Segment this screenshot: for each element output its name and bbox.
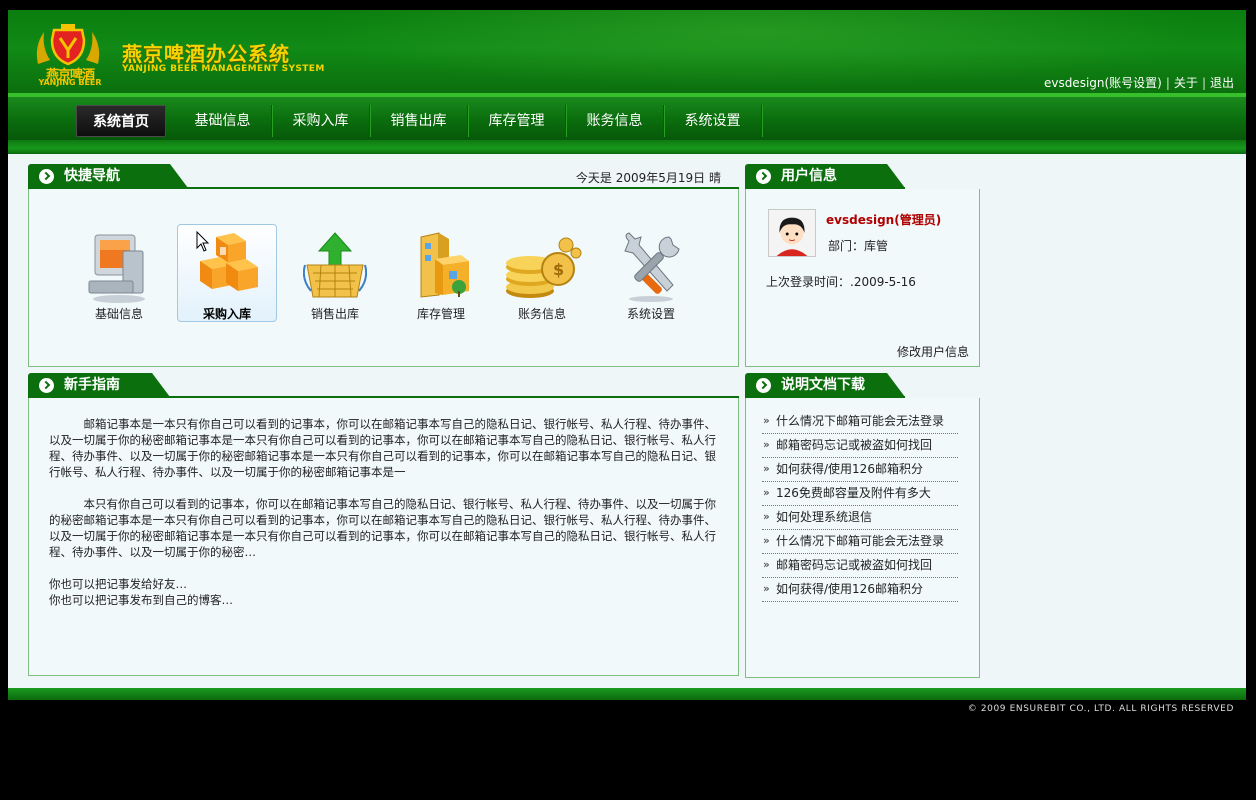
docs-title: 说明文档下载 bbox=[745, 373, 905, 397]
system-title: 燕京啤酒办公系统 bbox=[122, 42, 290, 66]
nav-tab-basic-info[interactable]: 基础信息 bbox=[174, 105, 272, 137]
top-links: evsdesign(账号设置) | 关于 | 退出 bbox=[1044, 74, 1234, 91]
arrow-right-icon bbox=[756, 169, 771, 184]
user-name: evsdesign(管理员) bbox=[826, 213, 942, 227]
guide-title-text: 新手指南 bbox=[64, 377, 120, 393]
quick-nav-label: 账务信息 bbox=[517, 307, 566, 321]
edit-user-info-link[interactable]: 修改用户信息 bbox=[897, 343, 969, 360]
nav-tab-purchase[interactable]: 采购入库 bbox=[272, 105, 370, 137]
arrow-right-icon bbox=[756, 378, 771, 393]
doc-link[interactable]: 如何获得/使用126邮箱积分 bbox=[762, 578, 958, 602]
today-date: 今天是 2009年5月19日 晴 bbox=[575, 171, 721, 185]
user-info-body: evsdesign(管理员) 部门：库管 上次登录时间：.2009-5-16 修… bbox=[745, 189, 980, 367]
doc-link[interactable]: 什么情况下邮箱可能会无法登录 bbox=[762, 410, 958, 434]
quick-nav-purchase[interactable]: 采购入库 bbox=[177, 224, 277, 322]
quick-nav-title-text: 快捷导航 bbox=[64, 168, 120, 184]
copyright-text: © 2009 ENSUREBIT CO., LTD. ALL RIGHTS RE… bbox=[967, 704, 1234, 714]
logo-text-en: YANJING BEER bbox=[38, 78, 102, 87]
last-login-time: 上次登录时间：.2009-5-16 bbox=[766, 275, 916, 289]
computer-icon bbox=[88, 234, 145, 303]
quick-nav-label: 库存管理 bbox=[416, 307, 465, 321]
nav-tab-settings[interactable]: 系统设置 bbox=[664, 105, 762, 137]
guide-panel: 新手指南 邮箱记事本是一本只有你自己可以看到的记事本，你可以在邮箱记事本写自己的… bbox=[28, 373, 739, 676]
link-separator: | bbox=[1165, 76, 1170, 90]
doc-link[interactable]: 邮箱密码忘记或被盗如何找回 bbox=[762, 554, 958, 578]
user-department: 部门：库管 bbox=[828, 239, 889, 253]
footer-bar bbox=[8, 688, 1246, 700]
arrow-right-icon bbox=[39, 169, 54, 184]
quick-nav-label: 系统设置 bbox=[626, 307, 675, 321]
basket-upload-icon bbox=[303, 232, 367, 298]
doc-link[interactable]: 什么情况下邮箱可能会无法登录 bbox=[762, 530, 958, 554]
user-info-panel: 用户信息 evsdesign(管理员) 部门：库管 上次登录时间：.2009-5… bbox=[745, 164, 980, 367]
warehouse-icon bbox=[420, 232, 469, 298]
doc-link[interactable]: 如何处理系统退信 bbox=[762, 506, 958, 530]
svg-text:$: $ bbox=[553, 260, 564, 279]
guide-paragraph: 本只有你自己可以看到的记事本，你可以在邮箱记事本写自己的隐私日记、银行帐号、私人… bbox=[49, 497, 716, 559]
docs-title-text: 说明文档下载 bbox=[781, 377, 865, 393]
nav-tab-accounts[interactable]: 账务信息 bbox=[566, 105, 664, 137]
docs-body: 什么情况下邮箱可能会无法登录 邮箱密码忘记或被盗如何找回 如何获得/使用126邮… bbox=[745, 398, 980, 678]
arrow-right-icon bbox=[39, 378, 54, 393]
nav-tab-home[interactable]: 系统首页 bbox=[76, 105, 166, 137]
docs-panel: 说明文档下载 什么情况下邮箱可能会无法登录 邮箱密码忘记或被盗如何找回 如何获得… bbox=[745, 373, 980, 678]
quick-nav-sales[interactable]: 销售出库 bbox=[285, 225, 385, 323]
nav-tab-sales[interactable]: 销售出库 bbox=[370, 105, 468, 137]
guide-body: 邮箱记事本是一本只有你自己可以看到的记事本，你可以在邮箱记事本写自己的隐私日记、… bbox=[28, 398, 739, 676]
doc-list: 什么情况下邮箱可能会无法登录 邮箱密码忘记或被盗如何找回 如何获得/使用126邮… bbox=[762, 410, 958, 602]
guide-paragraph: 邮箱记事本是一本只有你自己可以看到的记事本，你可以在邮箱记事本写自己的隐私日记、… bbox=[49, 417, 716, 479]
guide-paragraph: 你也可以把记事发给好友… bbox=[49, 577, 187, 591]
quick-nav-body: 基础信息 采购入库 销售出库 库存管理 $ 账务信息 系统设置 bbox=[28, 189, 739, 367]
quick-nav-inventory[interactable]: 库存管理 bbox=[391, 225, 491, 323]
doc-link[interactable]: 126免费邮容量及附件有多大 bbox=[762, 482, 958, 506]
guide-title: 新手指南 bbox=[28, 373, 170, 397]
guide-paragraph: 你也可以把记事发布到自己的博客… bbox=[49, 593, 233, 607]
nav-bottom-strip bbox=[8, 140, 1246, 154]
quick-nav-accounts[interactable]: $ 账务信息 bbox=[492, 225, 592, 323]
user-info-title-text: 用户信息 bbox=[781, 168, 837, 184]
quick-nav-settings[interactable]: 系统设置 bbox=[601, 225, 701, 323]
system-subtitle: YANJING BEER MANAGEMENT SYSTEM bbox=[122, 64, 325, 74]
coins-icon: $ bbox=[506, 237, 582, 298]
quick-nav-basic-info[interactable]: 基础信息 bbox=[69, 225, 169, 323]
main-nav: 系统首页 基础信息 采购入库 销售出库 库存管理 账务信息 系统设置 bbox=[8, 96, 1246, 140]
doc-link[interactable]: 邮箱密码忘记或被盗如何找回 bbox=[762, 434, 958, 458]
quick-nav-label: 基础信息 bbox=[94, 307, 143, 321]
about-link[interactable]: 关于 bbox=[1174, 76, 1198, 90]
user-info-title: 用户信息 bbox=[745, 164, 905, 188]
logout-link[interactable]: 退出 bbox=[1210, 76, 1234, 90]
quick-nav-label: 销售出库 bbox=[310, 307, 359, 321]
main-content: 快捷导航 今天是 2009年5月19日 晴 基础信息 采购入库 销售出库 库存管… bbox=[8, 154, 1246, 688]
link-separator: | bbox=[1201, 76, 1206, 90]
quick-nav-label: 采购入库 bbox=[202, 307, 251, 321]
doc-link[interactable]: 如何获得/使用126邮箱积分 bbox=[762, 458, 958, 482]
quick-nav-title: 快捷导航 bbox=[28, 164, 188, 188]
tools-icon bbox=[624, 232, 680, 302]
mouse-cursor-icon bbox=[196, 231, 210, 252]
guide-text: 邮箱记事本是一本只有你自己可以看到的记事本，你可以在邮箱记事本写自己的隐私日记、… bbox=[49, 416, 721, 608]
nav-items: 系统首页 基础信息 采购入库 销售出库 库存管理 账务信息 系统设置 bbox=[76, 105, 762, 137]
quick-nav-panel: 快捷导航 今天是 2009年5月19日 晴 基础信息 采购入库 销售出库 库存管… bbox=[28, 164, 739, 367]
nav-tab-inventory[interactable]: 库存管理 bbox=[468, 105, 566, 137]
account-settings-link[interactable]: evsdesign(账号设置) bbox=[1044, 76, 1162, 90]
header: 燕京啤酒 YANJING BEER 燕京啤酒办公系统 YANJING BEER … bbox=[8, 10, 1246, 96]
user-avatar-icon bbox=[768, 209, 816, 257]
